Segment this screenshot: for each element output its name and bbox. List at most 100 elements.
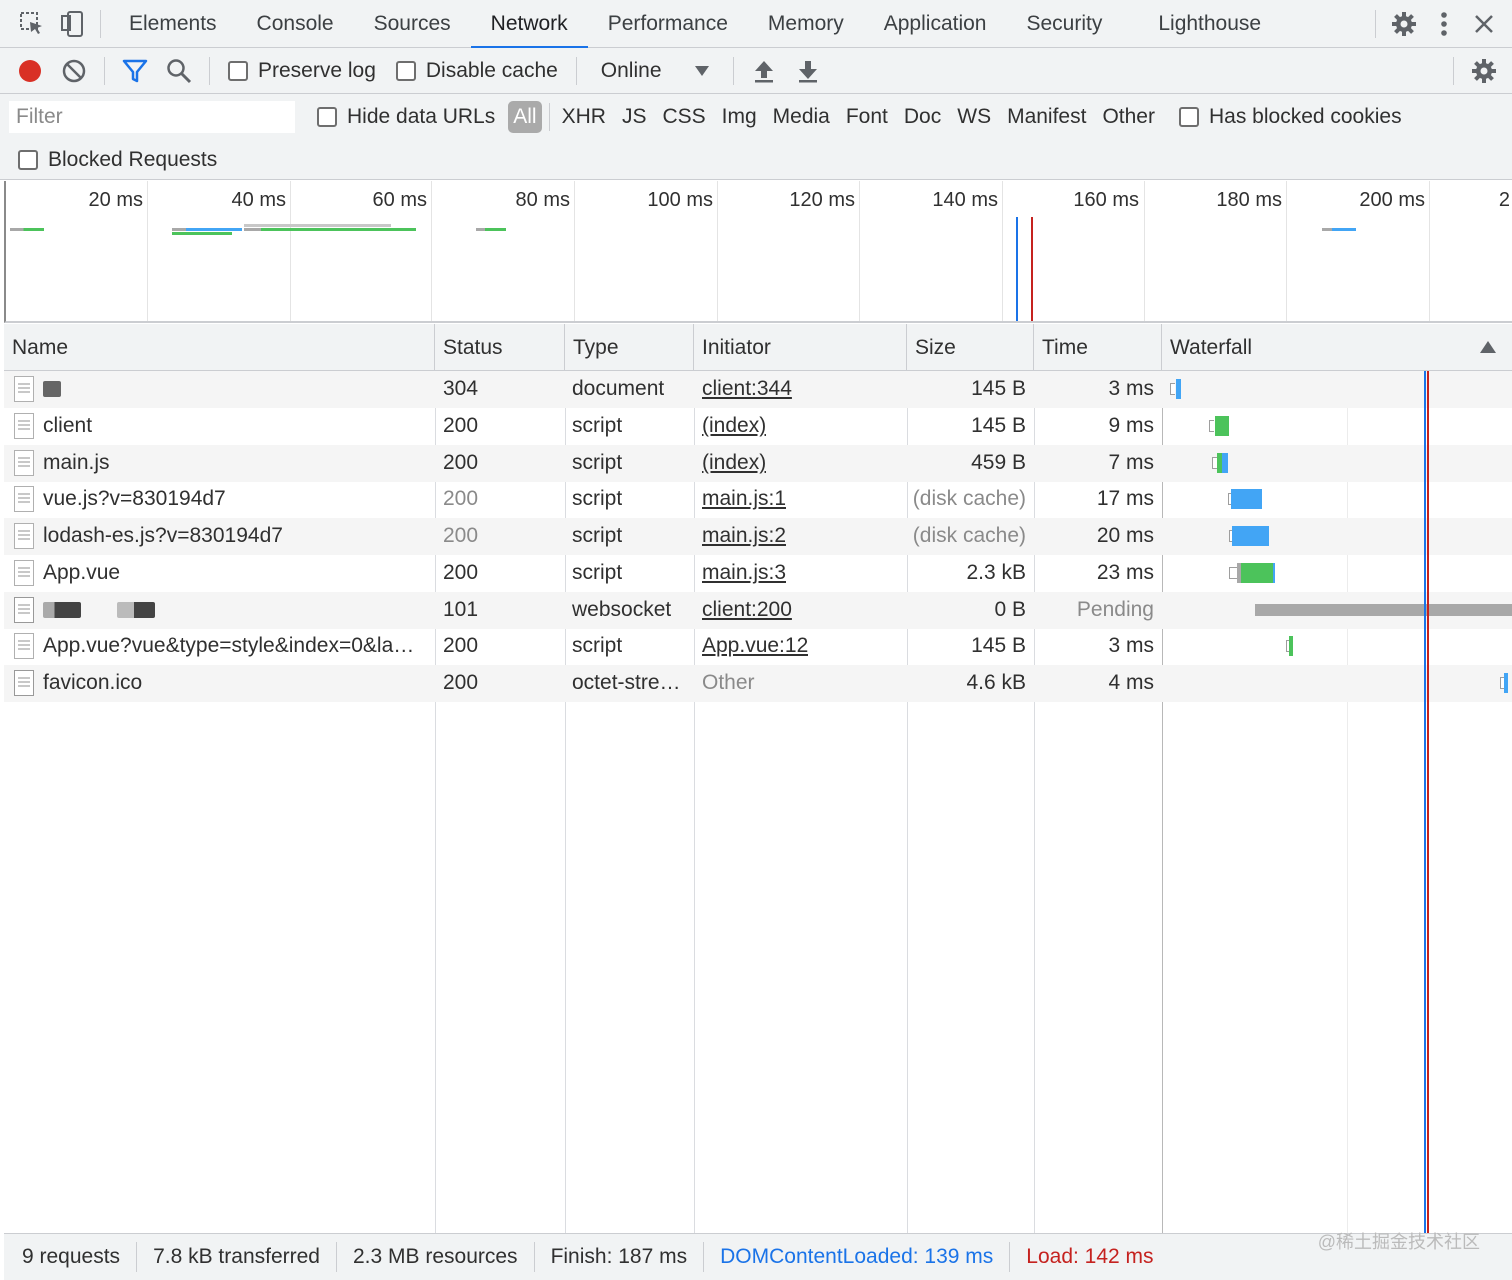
overview-tick-label: 140 ms	[932, 189, 998, 211]
table-row[interactable]: favicon.ico 200 octet-stre… Other 4.6 kB…	[4, 665, 1512, 702]
column-header-time[interactable]: Time	[1034, 324, 1162, 371]
initiator-link[interactable]: App.vue:12	[702, 634, 808, 658]
tab-sources[interactable]: Sources	[354, 0, 471, 48]
overview-tick-label: 120 ms	[789, 189, 855, 211]
type-filter-css[interactable]: CSS	[654, 101, 713, 133]
type-filter-all[interactable]: All	[508, 101, 542, 133]
size-cell: 0 B	[994, 598, 1026, 622]
status-cell: 200	[443, 524, 479, 548]
column-header-type[interactable]: Type	[565, 324, 694, 371]
throttling-value: Online	[600, 58, 662, 82]
checkbox-box[interactable]	[18, 149, 38, 170]
network-overview-timeline[interactable]: 20 ms 40 ms 60 ms 80 ms 100 ms 120 ms 14…	[4, 181, 1512, 323]
waterfall-request-bar	[1241, 563, 1273, 583]
type-filter-doc[interactable]: Doc	[896, 101, 949, 133]
search-icon[interactable]	[157, 48, 201, 94]
tab-network[interactable]: Network	[470, 0, 588, 49]
table-row[interactable]: App.vue?vue&type=style&index=0&la… 200 s…	[4, 628, 1512, 665]
initiator-link[interactable]: (index)	[702, 451, 766, 475]
disable-cache-checkbox[interactable]: Disable cache	[395, 59, 558, 83]
column-header-size[interactable]: Size	[907, 324, 1034, 371]
type-filter-manifest[interactable]: Manifest	[999, 101, 1094, 133]
time-cell: 4 ms	[1108, 671, 1154, 695]
network-settings-gear-icon[interactable]	[1462, 48, 1506, 94]
table-row[interactable]: main.js 200 script (index) 459 B 7 ms	[4, 445, 1512, 482]
checkbox-box[interactable]	[228, 60, 248, 81]
initiator-link[interactable]: main.js:1	[702, 487, 786, 511]
inspect-element-icon[interactable]	[12, 0, 52, 48]
record-button[interactable]	[8, 48, 52, 94]
table-row[interactable]: lodash-es.js?v=830194d7 200 script main.…	[4, 518, 1512, 555]
type-filter-font[interactable]: Font	[838, 101, 896, 133]
initiator-link[interactable]: client:200	[702, 598, 792, 622]
export-har-download-icon[interactable]	[786, 48, 830, 94]
tab-application[interactable]: Application	[864, 0, 1007, 48]
initiator-link[interactable]: client:344	[702, 377, 792, 401]
import-har-upload-icon[interactable]	[742, 48, 786, 94]
tab-lighthouse[interactable]: Lighthouse	[1122, 0, 1281, 48]
close-icon[interactable]	[1464, 0, 1504, 48]
more-options-icon[interactable]	[1424, 0, 1464, 48]
devtools-tab-bar: Elements Console Sources Network Perform…	[0, 0, 1512, 49]
initiator-cell[interactable]: main.js:1	[702, 481, 786, 518]
type-filter-media[interactable]: Media	[765, 101, 838, 133]
blocked-requests-checkbox[interactable]: Blocked Requests	[18, 148, 217, 172]
initiator-link[interactable]: (index)	[702, 414, 766, 438]
tab-memory[interactable]: Memory	[748, 0, 864, 48]
type-filter-ws[interactable]: WS	[949, 101, 999, 133]
tab-elements[interactable]: Elements	[109, 0, 237, 48]
initiator-link[interactable]: main.js:2	[702, 524, 786, 548]
initiator-link[interactable]: main.js:3	[702, 561, 786, 585]
checkbox-box[interactable]	[317, 107, 337, 127]
redacted-name	[117, 602, 155, 619]
initiator-cell[interactable]: main.js:2	[702, 518, 786, 555]
waterfall-request-bar	[1289, 636, 1293, 656]
tab-security[interactable]: Security	[1006, 0, 1122, 48]
table-row[interactable]: vue.js?v=830194d7 200 script main.js:1 (…	[4, 481, 1512, 518]
filter-input[interactable]	[9, 101, 295, 133]
request-name: App.vue?vue&type=style&index=0&la…	[43, 634, 415, 658]
column-header-status[interactable]: Status	[435, 324, 565, 371]
initiator-cell[interactable]: client:200	[702, 592, 792, 629]
toolbar-divider	[104, 56, 105, 85]
request-name-cell: main.js	[14, 445, 434, 482]
document-file-icon	[14, 376, 34, 403]
table-row[interactable]: 101 websocket client:200 0 B Pending	[4, 592, 1512, 629]
overview-gridline	[1286, 181, 1287, 321]
type-filter-js[interactable]: JS	[614, 101, 655, 133]
device-toolbar-icon[interactable]	[52, 0, 92, 48]
initiator-cell[interactable]: client:344	[702, 371, 792, 408]
request-name-cell: favicon.ico	[14, 665, 434, 702]
size-cell: 145 B	[971, 634, 1026, 658]
type-filter-other[interactable]: Other	[1094, 101, 1163, 133]
initiator-cell[interactable]: main.js:3	[702, 555, 786, 592]
clear-button[interactable]	[52, 48, 96, 94]
hide-data-urls-checkbox[interactable]: Hide data URLs	[317, 105, 495, 129]
table-row[interactable]: 304 document client:344 145 B 3 ms	[4, 371, 1512, 408]
type-filter-xhr[interactable]: XHR	[554, 101, 614, 133]
overview-request-bar	[476, 228, 506, 231]
initiator-cell[interactable]: (index)	[702, 408, 766, 445]
table-row[interactable]: client 200 script (index) 145 B 9 ms	[4, 408, 1512, 445]
has-blocked-cookies-checkbox[interactable]: Has blocked cookies	[1178, 105, 1402, 129]
column-header-waterfall[interactable]: Waterfall	[1162, 324, 1512, 371]
status-cell: 200	[443, 671, 479, 695]
initiator-cell[interactable]: App.vue:12	[702, 628, 808, 665]
tab-performance[interactable]: Performance	[588, 0, 748, 48]
column-header-initiator[interactable]: Initiator	[694, 324, 907, 371]
time-cell: 3 ms	[1108, 377, 1154, 401]
tab-console[interactable]: Console	[237, 0, 354, 48]
checkbox-box[interactable]	[395, 60, 416, 81]
type-filter-img[interactable]: Img	[714, 101, 765, 133]
overview-request-bar	[10, 228, 44, 231]
filter-icon[interactable]	[113, 48, 157, 94]
column-header-name[interactable]: Name	[4, 324, 435, 371]
overview-request-bar	[244, 224, 391, 227]
preserve-log-checkbox[interactable]: Preserve log	[228, 59, 376, 83]
checkbox-box[interactable]	[1178, 107, 1199, 127]
settings-gear-icon[interactable]	[1384, 0, 1424, 48]
toolbar-divider	[732, 56, 734, 85]
table-row[interactable]: App.vue 200 script main.js:3 2.3 kB 23 m…	[4, 555, 1512, 592]
initiator-cell[interactable]: (index)	[702, 445, 766, 482]
throttling-select[interactable]: Online	[585, 59, 725, 83]
